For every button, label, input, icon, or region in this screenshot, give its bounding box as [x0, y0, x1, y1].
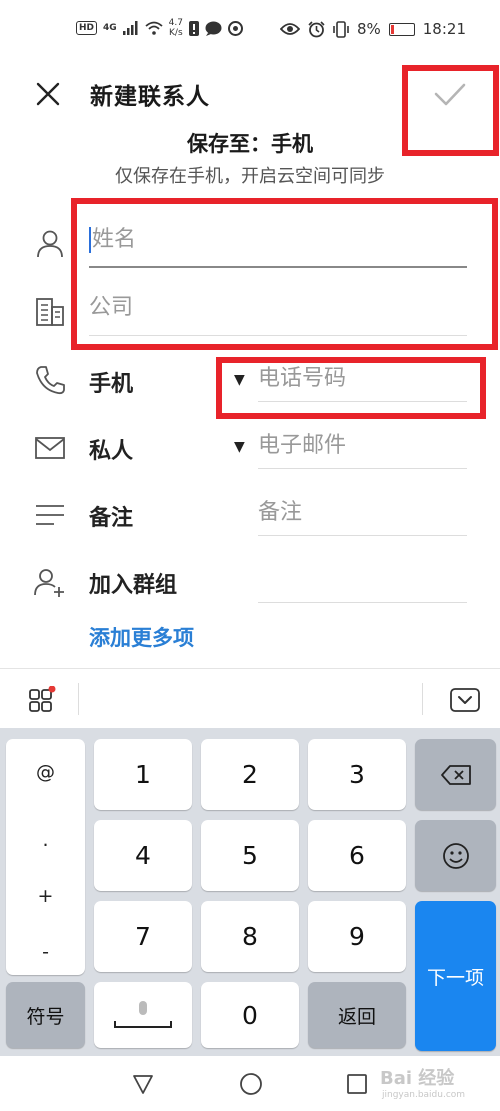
highlight-box-name: [71, 198, 498, 350]
status-bar: HD 4G 4.7 K/s 8% 18:21: [0, 0, 500, 62]
add-more-button[interactable]: 添加更多项: [89, 622, 194, 652]
group-label[interactable]: 加入群组: [89, 567, 177, 599]
key-plus[interactable]: +: [6, 885, 85, 907]
email-label: 私人: [89, 439, 134, 464]
highlight-box-phone: [216, 357, 486, 419]
key-1[interactable]: 1: [94, 739, 192, 810]
net-speed: 4.7 K/s: [169, 18, 183, 38]
key-3[interactable]: 3: [308, 739, 406, 810]
backspace-icon: [440, 764, 471, 785]
note-label: 备注: [89, 506, 134, 531]
key-7[interactable]: 7: [94, 901, 192, 972]
numeric-keyboard: @ . + - 1 2 3 4 5 6 7 8 9 下一项 符号 0 返回: [0, 728, 500, 1056]
space-voice-key[interactable]: [94, 982, 192, 1048]
note-placeholder: 备注: [258, 500, 303, 525]
network-type: 4G: [103, 23, 117, 33]
key-at[interactable]: @: [6, 761, 85, 783]
back-key[interactable]: 返回: [308, 982, 406, 1048]
next-key[interactable]: 下一项: [415, 901, 496, 1051]
highlight-box-save: [402, 65, 499, 156]
group-field[interactable]: [258, 561, 467, 603]
status-left: HD 4G 4.7 K/s: [76, 18, 243, 38]
microphone-icon: [114, 1001, 172, 1028]
phone-icon: [36, 366, 65, 395]
smiley-icon: [442, 842, 469, 869]
status-right: 8% 18:21: [279, 20, 466, 38]
hide-keyboard-icon[interactable]: [450, 688, 480, 712]
key-6[interactable]: 6: [308, 820, 406, 891]
message-icon: [205, 21, 222, 36]
speed-unit: K/s: [169, 28, 183, 38]
symbol-column[interactable]: @ . + -: [6, 739, 85, 975]
recents-square-icon[interactable]: [344, 1071, 370, 1097]
battery-percent: 8%: [356, 20, 381, 38]
person-icon: [37, 230, 63, 258]
email-field[interactable]: 电子邮件: [258, 427, 467, 469]
key-0[interactable]: 0: [201, 982, 299, 1048]
vibrate-icon: [333, 20, 349, 38]
keyboard-toolbar: [0, 668, 500, 728]
email-type-dropdown[interactable]: ▼: [234, 439, 245, 455]
alarm-icon: [308, 20, 325, 37]
email-placeholder: 电子邮件: [258, 433, 347, 458]
backspace-key[interactable]: [415, 739, 496, 810]
email-icon: [35, 437, 65, 459]
key-4[interactable]: 4: [94, 820, 192, 891]
note-icon: [36, 505, 64, 525]
page-title: 新建联系人: [90, 84, 210, 110]
company-icon: [36, 298, 64, 326]
toolbar-divider: [78, 683, 79, 715]
browser-icon: [228, 20, 243, 36]
key-minus[interactable]: -: [6, 941, 85, 963]
back-triangle-icon[interactable]: [130, 1071, 156, 1097]
home-circle-icon[interactable]: [238, 1071, 264, 1097]
wifi-icon: [145, 21, 163, 35]
watermark: Bai 经验: [380, 1068, 455, 1089]
key-2[interactable]: 2: [201, 739, 299, 810]
add-group-icon: [34, 569, 64, 597]
alert-icon: [189, 20, 199, 36]
signal-icon: [122, 21, 138, 35]
watermark-sub: jingyan.baidu.com: [382, 1090, 466, 1100]
eye-icon: [279, 23, 300, 35]
clock: 18:21: [422, 20, 466, 38]
symbols-key[interactable]: 符号: [6, 982, 85, 1048]
battery-icon: [388, 22, 415, 36]
speed-value: 4.7: [168, 18, 183, 28]
key-8[interactable]: 8: [201, 901, 299, 972]
key-dot[interactable]: .: [6, 829, 85, 851]
toolbar-divider: [422, 683, 423, 715]
battery-level: [390, 24, 394, 34]
close-icon[interactable]: [28, 74, 68, 114]
key-9[interactable]: 9: [308, 901, 406, 972]
emoji-key[interactable]: [415, 820, 496, 891]
phone-label: 手机: [89, 372, 134, 397]
note-field[interactable]: 备注: [258, 494, 467, 536]
save-hint: 仅保存在手机，开启云空间可同步: [115, 166, 385, 187]
hd-badge: HD: [76, 21, 98, 35]
key-5[interactable]: 5: [201, 820, 299, 891]
apps-icon[interactable]: [28, 686, 56, 714]
